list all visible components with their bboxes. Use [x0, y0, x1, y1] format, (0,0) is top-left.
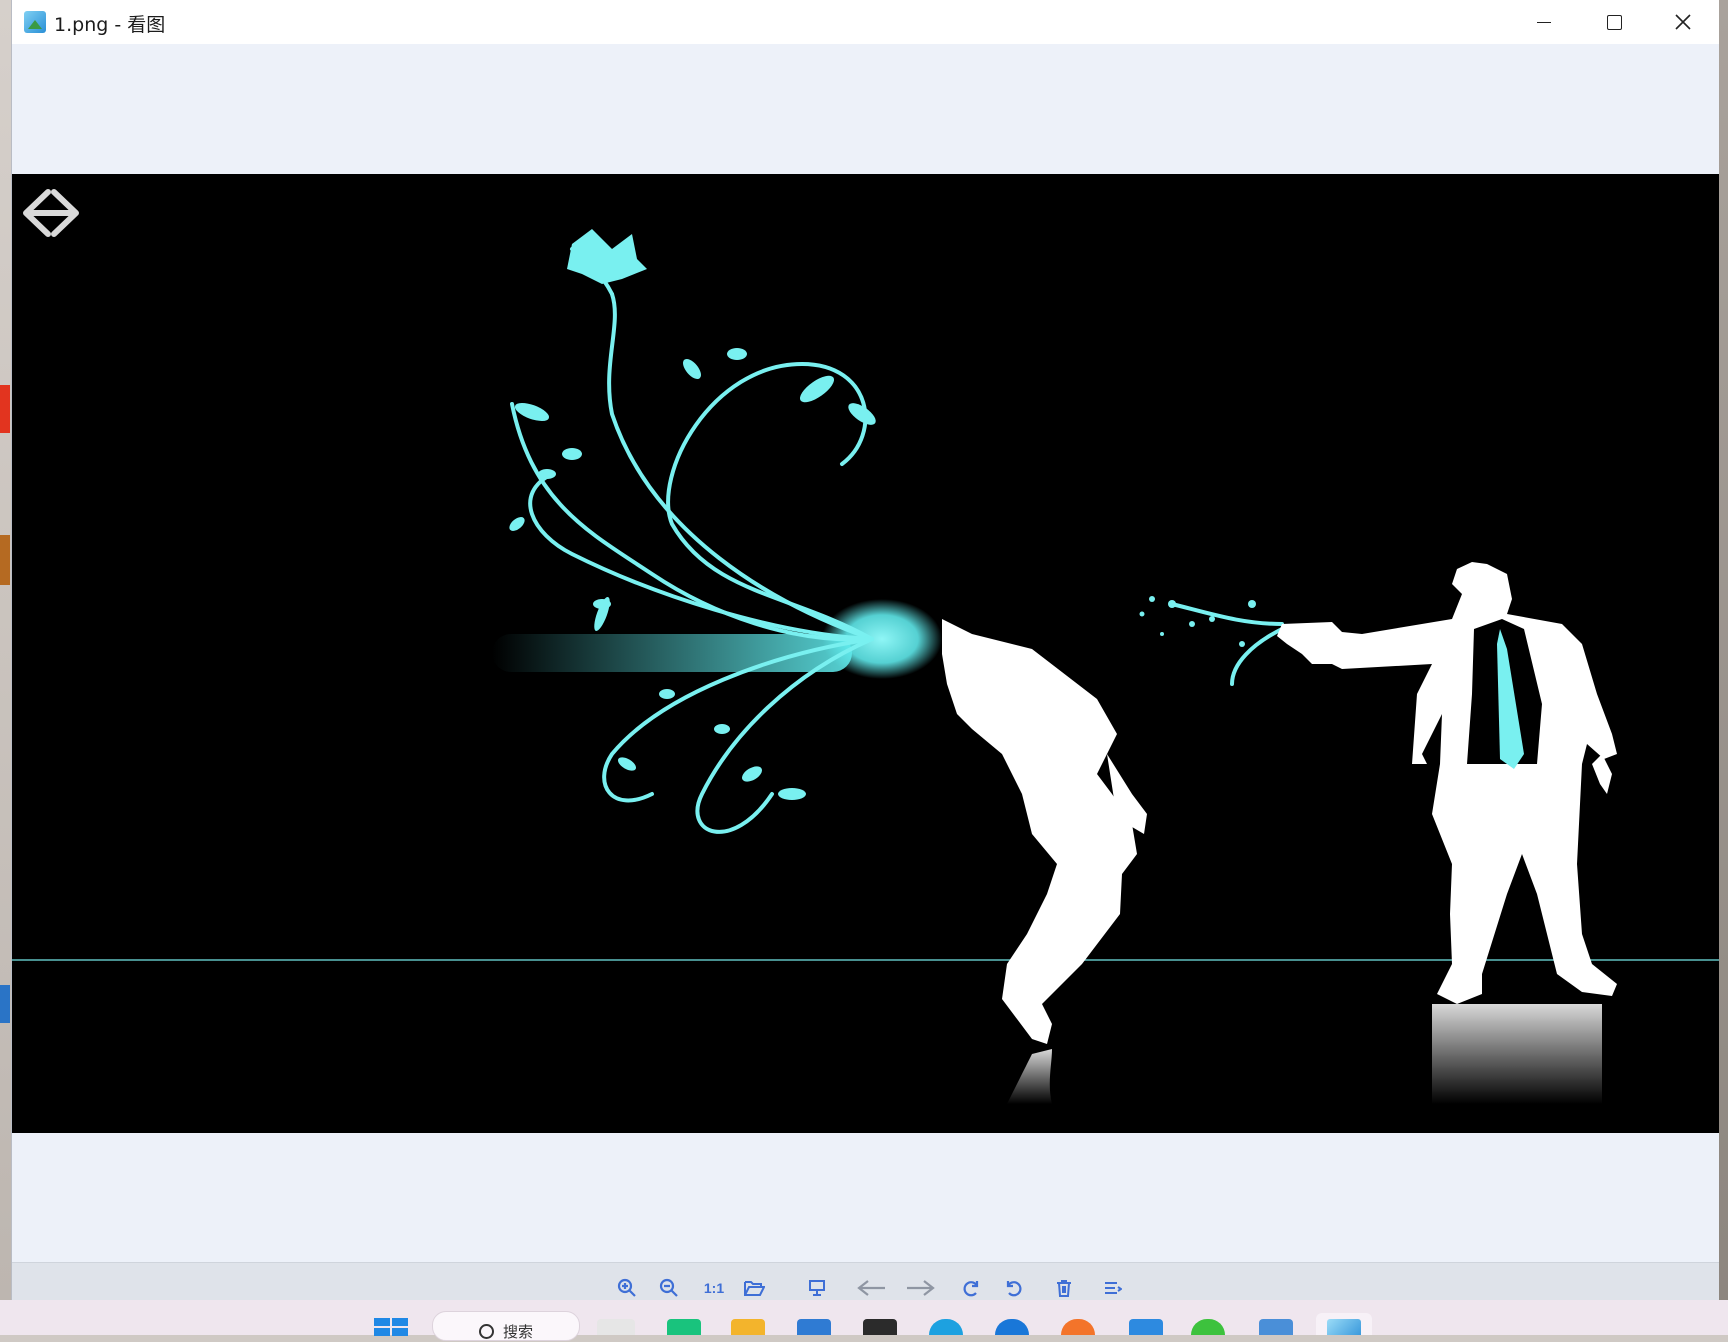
zoom-out-icon[interactable]: [657, 1276, 681, 1300]
photo-viewer-icon: [1327, 1319, 1361, 1335]
taskbar-search-box[interactable]: 搜索: [432, 1311, 580, 1341]
window-title: 1.png - 看图: [54, 14, 166, 36]
edge-beta-icon[interactable]: [995, 1319, 1029, 1335]
minimize-button[interactable]: [1510, 0, 1578, 44]
notepad-icon[interactable]: [1129, 1319, 1163, 1335]
taskbar-search-label: 搜索: [503, 1323, 534, 1341]
gunman-figure: [1277, 562, 1617, 1104]
zoom-in-icon[interactable]: [615, 1276, 639, 1300]
prev-arrow-icon[interactable]: [855, 1276, 889, 1300]
actual-size-button[interactable]: 1:1: [700, 1276, 728, 1300]
desktop-right-edge: [1718, 0, 1728, 1300]
blue-app-icon[interactable]: [1259, 1319, 1293, 1335]
slideshow-icon[interactable]: [805, 1276, 829, 1300]
next-image-arrow-icon[interactable]: [12, 174, 90, 252]
edge-icon[interactable]: [929, 1319, 963, 1335]
store-icon[interactable]: [797, 1319, 831, 1335]
start-menu-icon[interactable]: [374, 1318, 408, 1336]
desktop-icon-blue: [0, 985, 10, 1023]
rotate-left-icon[interactable]: [1002, 1276, 1026, 1300]
active-photo-viewer-taskbar-item[interactable]: [1316, 1313, 1372, 1335]
desktop-left-edge: [0, 0, 11, 1300]
taskview-icon[interactable]: [597, 1319, 635, 1335]
rotate-right-icon[interactable]: [959, 1276, 983, 1300]
maximize-button[interactable]: [1580, 0, 1648, 44]
file-explorer-icon[interactable]: [731, 1319, 765, 1335]
title-bar[interactable]: 1.png - 看图: [12, 0, 1719, 44]
minimize-icon: [1537, 21, 1551, 23]
green-app-icon[interactable]: [667, 1319, 701, 1335]
open-folder-icon[interactable]: [742, 1276, 766, 1300]
desktop-icon-brown: [0, 535, 10, 585]
dark-app-icon[interactable]: [863, 1319, 897, 1335]
displayed-image: [12, 174, 1719, 1133]
taskbar: 搜索: [0, 1300, 1728, 1341]
delete-icon[interactable]: [1052, 1276, 1076, 1300]
search-icon: [479, 1324, 494, 1339]
maximize-icon: [1606, 14, 1622, 30]
close-icon: [1675, 14, 1691, 30]
floral-burst: [492, 247, 1284, 834]
viewer-toolbar: 1:1: [12, 1262, 1719, 1301]
firefox-icon[interactable]: [1061, 1319, 1095, 1335]
close-button[interactable]: [1649, 0, 1717, 44]
desktop-icon-red: [0, 385, 10, 433]
next-arrow-icon[interactable]: [903, 1276, 937, 1300]
viewer-app-icon: [24, 11, 46, 33]
image-viewer-window: 1.png - 看图 1:1: [11, 0, 1719, 1301]
wechat-icon[interactable]: [1191, 1319, 1225, 1335]
artwork: [12, 229, 1719, 1104]
more-menu-icon[interactable]: [1100, 1276, 1124, 1300]
falling-figure: [942, 619, 1147, 1104]
